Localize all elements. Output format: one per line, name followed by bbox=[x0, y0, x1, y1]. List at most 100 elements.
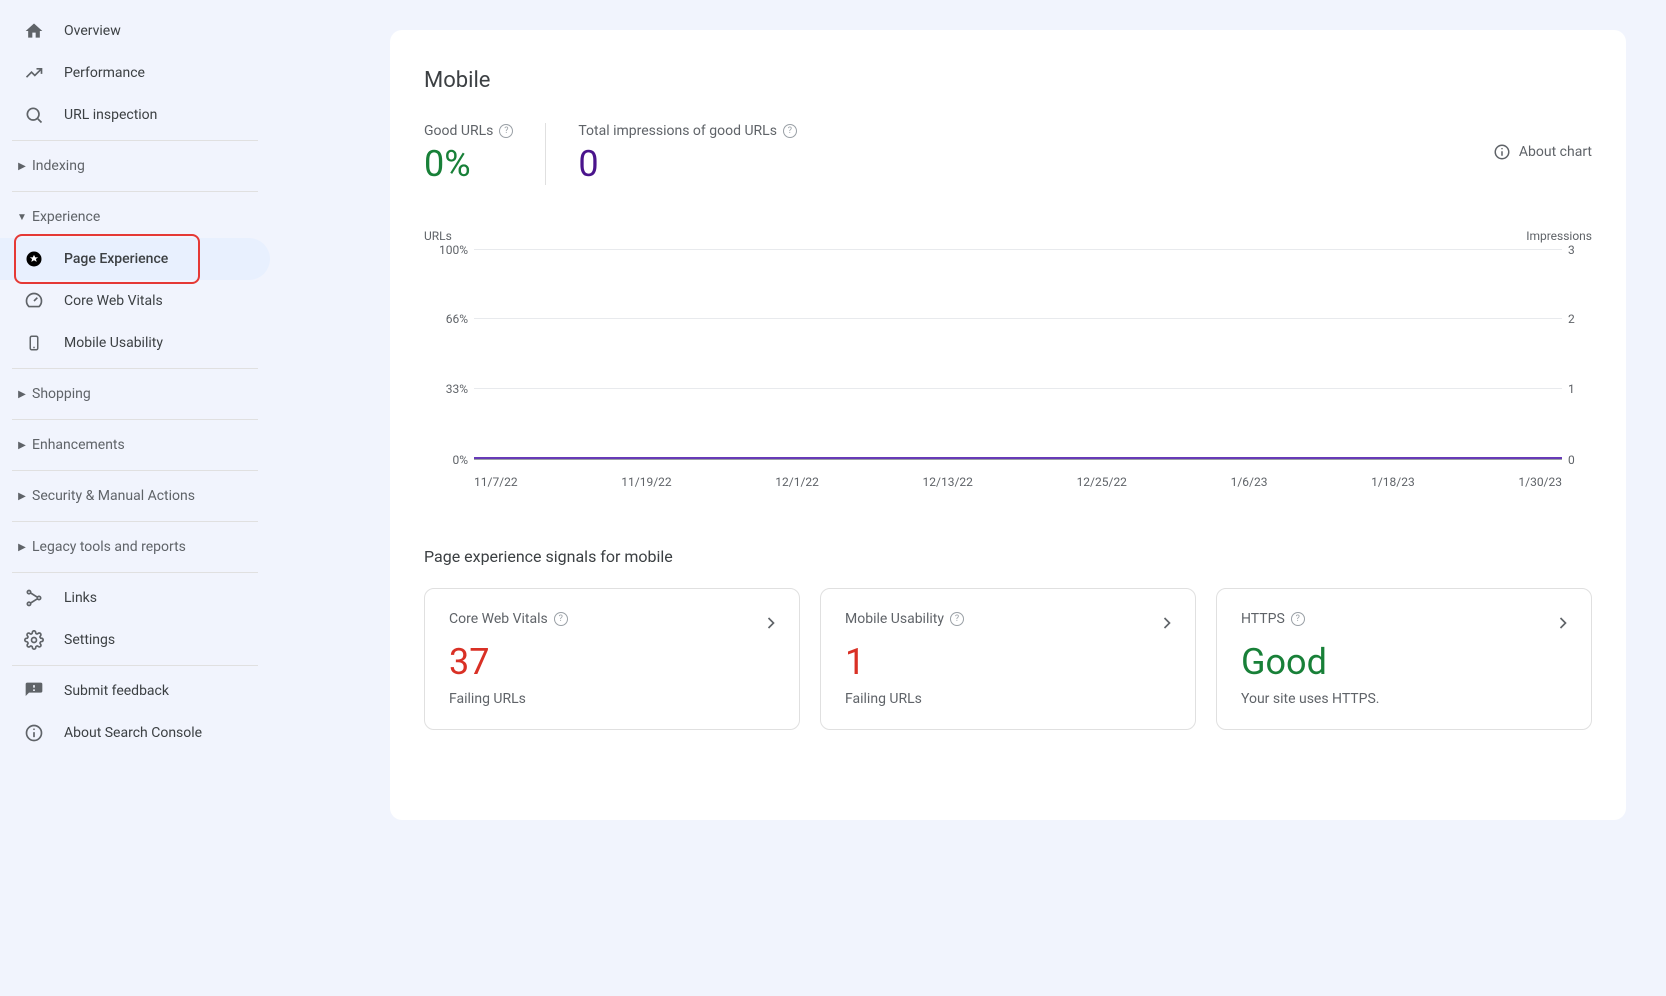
ytick-right: 1 bbox=[1568, 382, 1586, 396]
divider bbox=[12, 140, 258, 141]
divider bbox=[12, 191, 258, 192]
sidebar-item-core-web-vitals[interactable]: Core Web Vitals bbox=[0, 280, 270, 322]
section-label: Security & Manual Actions bbox=[32, 488, 195, 504]
feedback-icon bbox=[24, 681, 44, 701]
section-label: Legacy tools and reports bbox=[32, 539, 186, 555]
signal-title: Core Web Vitals bbox=[449, 611, 548, 627]
home-icon bbox=[24, 21, 44, 41]
info-icon bbox=[24, 723, 44, 743]
signal-mobile-usability[interactable]: Mobile Usability ? 1 Failing URLs bbox=[820, 588, 1196, 730]
section-label: Indexing bbox=[32, 158, 85, 174]
kpi-row: Good URLs ? 0% Total impressions of good… bbox=[424, 123, 1592, 185]
caret-down-icon: ▼ bbox=[12, 212, 32, 223]
report-card: Mobile Good URLs ? 0% Total impressions … bbox=[390, 30, 1626, 820]
kpi-good-urls: Good URLs ? 0% bbox=[424, 123, 545, 185]
kpi-value: 0% bbox=[424, 143, 513, 185]
help-icon[interactable]: ? bbox=[1291, 612, 1305, 626]
ytick-left: 33% bbox=[434, 382, 468, 396]
divider bbox=[12, 521, 258, 522]
sidebar-item-url-inspection[interactable]: URL inspection bbox=[0, 94, 270, 136]
ytick-right: 0 bbox=[1568, 453, 1586, 467]
mobile-icon bbox=[24, 333, 44, 353]
kpi-value: 0 bbox=[578, 143, 797, 185]
signal-subtext: Your site uses HTTPS. bbox=[1241, 691, 1567, 707]
links-icon bbox=[24, 588, 44, 608]
sidebar-label: Mobile Usability bbox=[64, 335, 163, 351]
xtick: 1/6/23 bbox=[1231, 475, 1268, 489]
signal-title: Mobile Usability bbox=[845, 611, 944, 627]
chevron-right-icon bbox=[761, 613, 781, 633]
sidebar-item-overview[interactable]: Overview bbox=[0, 10, 270, 52]
help-icon[interactable]: ? bbox=[499, 124, 513, 138]
sidebar-section-experience[interactable]: ▼ Experience bbox=[0, 196, 270, 238]
page-title: Mobile bbox=[424, 68, 1592, 93]
chart-plot: 100%3 66%2 33%1 0%0 bbox=[474, 249, 1562, 459]
xtick: 1/30/23 bbox=[1518, 475, 1562, 489]
sidebar-label: Overview bbox=[64, 23, 121, 39]
signal-value: 1 bbox=[845, 641, 1171, 683]
chart-series-line bbox=[474, 457, 1562, 459]
signals-row: Core Web Vitals ? 37 Failing URLs Mobile… bbox=[424, 588, 1592, 730]
signal-core-web-vitals[interactable]: Core Web Vitals ? 37 Failing URLs bbox=[424, 588, 800, 730]
section-label: Enhancements bbox=[32, 437, 125, 453]
sidebar-item-mobile-usability[interactable]: Mobile Usability bbox=[0, 322, 270, 364]
trend-icon bbox=[24, 63, 44, 83]
xtick: 12/25/22 bbox=[1077, 475, 1127, 489]
sidebar-section-enhancements[interactable]: ▶ Enhancements bbox=[0, 424, 270, 466]
chevron-right-icon bbox=[1157, 613, 1177, 633]
section-label: Shopping bbox=[32, 386, 91, 402]
sidebar: Overview Performance URL inspection ▶ In… bbox=[0, 0, 270, 996]
sidebar-section-indexing[interactable]: ▶ Indexing bbox=[0, 145, 270, 187]
sidebar-item-performance[interactable]: Performance bbox=[0, 52, 270, 94]
chart-right-axis-label: Impressions bbox=[1526, 229, 1592, 243]
divider bbox=[12, 419, 258, 420]
section-label: Experience bbox=[32, 209, 100, 225]
sidebar-label: URL inspection bbox=[64, 107, 157, 123]
chart-xticks: 11/7/22 11/19/22 12/1/22 12/13/22 12/25/… bbox=[474, 475, 1562, 489]
ytick-right: 2 bbox=[1568, 312, 1586, 326]
sidebar-item-settings[interactable]: Settings bbox=[0, 619, 270, 661]
sidebar-section-legacy[interactable]: ▶ Legacy tools and reports bbox=[0, 526, 270, 568]
about-chart-button[interactable]: About chart bbox=[1493, 143, 1592, 161]
divider bbox=[12, 470, 258, 471]
sidebar-section-security[interactable]: ▶ Security & Manual Actions bbox=[0, 475, 270, 517]
kpi-label: Total impressions of good URLs bbox=[578, 123, 777, 139]
sidebar-label: Core Web Vitals bbox=[64, 293, 163, 309]
ytick-right: 3 bbox=[1568, 243, 1586, 257]
about-chart-label: About chart bbox=[1519, 144, 1592, 160]
xtick: 1/18/23 bbox=[1371, 475, 1415, 489]
help-icon[interactable]: ? bbox=[783, 124, 797, 138]
chart-left-axis-label: URLs bbox=[424, 229, 452, 243]
gear-icon bbox=[24, 630, 44, 650]
sidebar-item-about[interactable]: About Search Console bbox=[0, 712, 270, 754]
caret-right-icon: ▶ bbox=[12, 440, 32, 451]
xtick: 11/7/22 bbox=[474, 475, 518, 489]
sidebar-item-submit-feedback[interactable]: Submit feedback bbox=[0, 670, 270, 712]
page-experience-icon bbox=[24, 249, 44, 269]
caret-right-icon: ▶ bbox=[12, 491, 32, 502]
help-icon[interactable]: ? bbox=[554, 612, 568, 626]
kpi-label: Good URLs bbox=[424, 123, 493, 139]
signal-value: Good bbox=[1241, 641, 1567, 683]
sidebar-item-links[interactable]: Links bbox=[0, 577, 270, 619]
signal-subtext: Failing URLs bbox=[845, 691, 1171, 707]
main: Mobile Good URLs ? 0% Total impressions … bbox=[270, 0, 1666, 996]
sidebar-label: About Search Console bbox=[64, 725, 202, 741]
divider bbox=[12, 665, 258, 666]
sidebar-item-page-experience[interactable]: Page Experience bbox=[0, 238, 270, 280]
ytick-left: 0% bbox=[434, 453, 468, 467]
xtick: 11/19/22 bbox=[621, 475, 671, 489]
sidebar-section-shopping[interactable]: ▶ Shopping bbox=[0, 373, 270, 415]
sidebar-label: Performance bbox=[64, 65, 145, 81]
sidebar-label: Settings bbox=[64, 632, 115, 648]
signals-title: Page experience signals for mobile bbox=[424, 547, 1592, 566]
chevron-right-icon bbox=[1553, 613, 1573, 633]
signal-value: 37 bbox=[449, 641, 775, 683]
divider bbox=[12, 368, 258, 369]
xtick: 12/13/22 bbox=[923, 475, 973, 489]
search-icon bbox=[24, 105, 44, 125]
signal-https[interactable]: HTTPS ? Good Your site uses HTTPS. bbox=[1216, 588, 1592, 730]
help-icon[interactable]: ? bbox=[950, 612, 964, 626]
sidebar-label: Links bbox=[64, 590, 97, 606]
sidebar-label: Submit feedback bbox=[64, 683, 169, 699]
